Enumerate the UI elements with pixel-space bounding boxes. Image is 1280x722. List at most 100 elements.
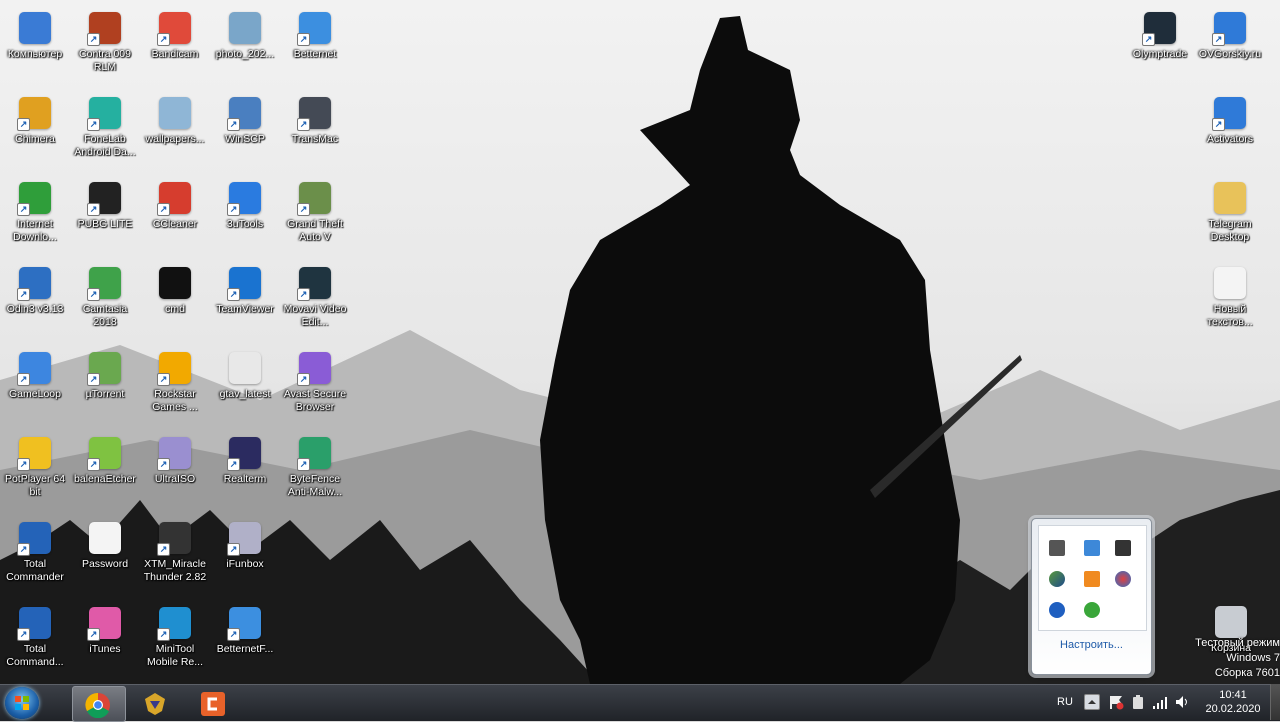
desktop-shortcut[interactable]: Telegram Desktop bbox=[1195, 176, 1265, 258]
folder-icon bbox=[1214, 182, 1246, 214]
network-monitor-icon[interactable] bbox=[1049, 540, 1065, 556]
desktop-shortcut[interactable]: ↗ Chimera bbox=[0, 91, 70, 173]
desktop-shortcut[interactable]: ↗ Contra 009 RLM bbox=[70, 6, 140, 88]
gameloop-icon: ↗ bbox=[17, 352, 51, 386]
shortcut-arrow-icon: ↗ bbox=[297, 33, 310, 46]
desktop-shortcut-label: Odin3 v3.13 bbox=[6, 303, 64, 315]
desktop-shortcut[interactable]: wallpapers... bbox=[140, 91, 210, 173]
shortcut-arrow-icon: ↗ bbox=[17, 288, 30, 301]
desktop-shortcut[interactable]: ↗ PotPlayer 64 bit bbox=[0, 431, 70, 513]
desktop-shortcut[interactable]: ↗ FoneLab Android Da... bbox=[70, 91, 140, 173]
shortcut-arrow-icon: ↗ bbox=[87, 288, 100, 301]
desktop-shortcut[interactable]: ↗ Betternet bbox=[280, 6, 350, 88]
movavi-icon: ↗ bbox=[297, 267, 331, 301]
taskbar-app-button[interactable] bbox=[130, 686, 182, 720]
desktop-shortcut[interactable]: ↗ Rockstar Games ... bbox=[140, 346, 210, 428]
desktop-shortcut[interactable]: ↗ XTM_Miracle Thunder 2.82 bbox=[140, 516, 210, 598]
shortcut-arrow-icon: ↗ bbox=[1212, 118, 1225, 131]
desktop-shortcut[interactable]: photo_202... bbox=[210, 6, 280, 88]
avast-icon: ↗ bbox=[297, 352, 331, 386]
shortcut-arrow-icon: ↗ bbox=[157, 628, 170, 641]
desktop-shortcut[interactable]: gtav_latest bbox=[210, 346, 280, 428]
desktop-shortcut[interactable]: Новый текстов... bbox=[1195, 261, 1265, 343]
display-icon[interactable] bbox=[1115, 540, 1131, 556]
desktop-shortcut-label: CCleaner bbox=[152, 218, 198, 230]
desktop-shortcut[interactable]: ↗ BetternetF... bbox=[210, 601, 280, 683]
desktop-shortcut[interactable]: ↗ Grand Theft Auto V bbox=[280, 176, 350, 258]
customize-link[interactable]: Настроить... bbox=[1032, 639, 1151, 651]
desktop-shortcut[interactable]: ↗ Movavi Video Edit... bbox=[280, 261, 350, 343]
floppy-icon: ↗ bbox=[17, 607, 51, 641]
desktop-shortcut[interactable]: Компьютер bbox=[0, 6, 70, 88]
desktop-shortcut[interactable]: ↗ Internet Downlo... bbox=[0, 176, 70, 258]
desktop-shortcut[interactable]: ↗ balenaEtcher bbox=[70, 431, 140, 513]
shortcut-arrow-icon: ↗ bbox=[87, 628, 100, 641]
taskbar-chrome-button[interactable] bbox=[72, 686, 126, 722]
desktop-shortcut[interactable]: ↗ iTunes bbox=[70, 601, 140, 683]
desktop-shortcut[interactable]: ↗ Camtasia 2018 bbox=[70, 261, 140, 343]
desktop-shortcut[interactable]: ↗ TransMac bbox=[280, 91, 350, 173]
desktop-shortcut-label: TransMac bbox=[291, 133, 339, 145]
desktop-shortcut[interactable]: ↗ Activators bbox=[1195, 91, 1265, 173]
shortcut-arrow-icon: ↗ bbox=[157, 458, 170, 471]
desktop-shortcut-label: OVGorskiy.ru bbox=[1198, 48, 1262, 60]
volume-icon[interactable] bbox=[1174, 694, 1190, 710]
language-indicator[interactable]: RU bbox=[1057, 696, 1073, 708]
app-tray-icon[interactable] bbox=[1049, 571, 1065, 587]
browser-tray-icon[interactable] bbox=[1115, 571, 1131, 587]
chrome-icon bbox=[85, 692, 110, 718]
desktop-shortcut[interactable]: ↗ iFunbox bbox=[210, 516, 280, 598]
desktop-shortcut[interactable]: ↗ Total Commander bbox=[0, 516, 70, 598]
desktop-shortcut[interactable]: ↗ 3uTools bbox=[210, 176, 280, 258]
desktop-shortcut[interactable]: Password bbox=[70, 516, 140, 598]
desktop-shortcut[interactable]: ↗ OVGorskiy.ru bbox=[1195, 6, 1265, 88]
desktop-shortcut[interactable]: ↗ TeamViewer bbox=[210, 261, 280, 343]
network-signal-icon[interactable] bbox=[1152, 694, 1168, 710]
desktop-shortcut[interactable]: ↗ CCleaner bbox=[140, 176, 210, 258]
teamviewer-icon: ↗ bbox=[227, 267, 261, 301]
desktop-shortcut-label: Rockstar Games ... bbox=[152, 388, 198, 413]
desktop-shortcut[interactable]: ↗ UltraISO bbox=[140, 431, 210, 513]
ifunbox-icon: ↗ bbox=[227, 522, 261, 556]
desktop-shortcut[interactable]: ↗ Realterm bbox=[210, 431, 280, 513]
desktop-shortcut-label: TeamViewer bbox=[216, 303, 274, 315]
shortcut-arrow-icon: ↗ bbox=[87, 373, 100, 386]
desktop-shortcut[interactable]: ↗ ByteFence Anti-Malw... bbox=[280, 431, 350, 513]
image-file-icon bbox=[159, 97, 191, 129]
windows-defender-icon[interactable] bbox=[1084, 540, 1100, 556]
desktop-shortcut[interactable]: ↗ Avast Secure Browser bbox=[280, 346, 350, 428]
desktop-shortcut-label: Betternet bbox=[293, 48, 337, 60]
shortcut-arrow-icon: ↗ bbox=[1212, 33, 1225, 46]
battery-power-icon[interactable] bbox=[1130, 694, 1146, 710]
desktop-shortcut[interactable]: ↗ µTorrent bbox=[70, 346, 140, 428]
desktop-shortcut[interactable]: ↗ WinSCP bbox=[210, 91, 280, 173]
start-button[interactable] bbox=[5, 687, 39, 719]
odin-icon: ↗ bbox=[17, 267, 51, 301]
action-center-flag-icon[interactable] bbox=[1108, 694, 1124, 710]
betternet-icon: ↗ bbox=[297, 12, 331, 46]
potplayer-icon: ↗ bbox=[17, 437, 51, 471]
bandicam-icon: ↗ bbox=[157, 12, 191, 46]
transmac-icon: ↗ bbox=[297, 97, 331, 131]
taskbar-camtasia-button[interactable] bbox=[188, 686, 240, 720]
shortcut-arrow-icon: ↗ bbox=[157, 33, 170, 46]
vlc-icon[interactable] bbox=[1084, 571, 1100, 587]
desktop-shortcut[interactable]: cmd bbox=[140, 261, 210, 343]
desktop-shortcut[interactable]: ↗ PUBG LITE bbox=[70, 176, 140, 258]
sync-icon[interactable] bbox=[1084, 602, 1100, 618]
desktop-shortcut-label: BetternetF... bbox=[216, 643, 274, 655]
desktop-shortcut[interactable]: ↗ Total Command... bbox=[0, 601, 70, 683]
desktop-shortcut[interactable]: ↗ MiniTool Mobile Re... bbox=[140, 601, 210, 683]
system-clock[interactable]: 10:41 20.02.2020 bbox=[1200, 688, 1266, 716]
desktop-shortcut-label: PotPlayer 64 bit bbox=[4, 473, 66, 498]
desktop-shortcut[interactable]: ↗ Olymptrade bbox=[1125, 6, 1195, 88]
bluetooth-icon[interactable] bbox=[1049, 602, 1065, 618]
text-file-icon bbox=[1214, 267, 1246, 299]
desktop-shortcut-label: Avast Secure Browser bbox=[283, 388, 347, 413]
show-desktop-button[interactable] bbox=[1270, 684, 1280, 720]
show-hidden-icons-button[interactable] bbox=[1084, 694, 1100, 710]
desktop-shortcut[interactable]: ↗ Bandicam bbox=[140, 6, 210, 88]
desktop-shortcut[interactable]: ↗ GameLoop bbox=[0, 346, 70, 428]
desktop-shortcut[interactable]: ↗ Odin3 v3.13 bbox=[0, 261, 70, 343]
shortcut-arrow-icon: ↗ bbox=[17, 118, 30, 131]
